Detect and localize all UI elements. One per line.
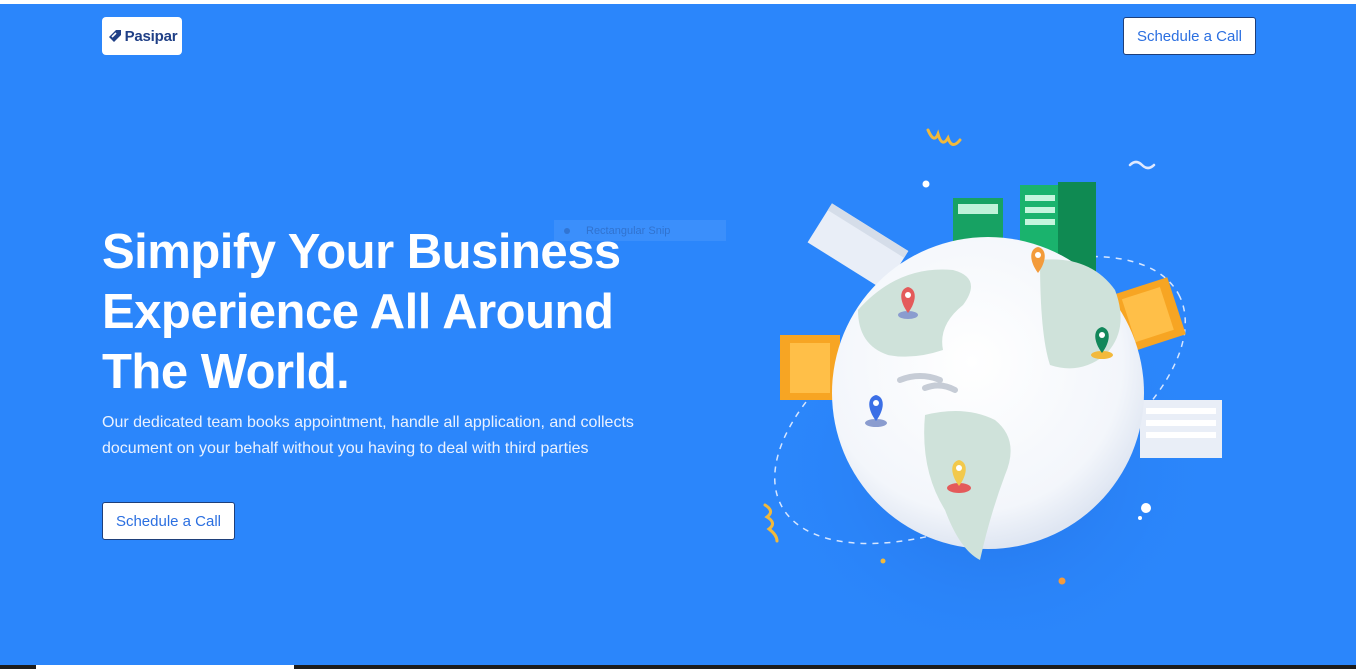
dot-2 [1141,503,1151,513]
snip-dot-icon [564,227,570,234]
building-green-small [953,198,1003,243]
globe-illustration [760,128,1222,630]
squiggle-top [926,128,962,146]
pasipar-logo-icon [108,30,121,42]
headline-line-1: Simpify Your Business [102,225,621,279]
building-white-right [1140,400,1222,458]
dot-4 [880,558,886,564]
hero-headline: Simpify Your Business Experience All Aro… [102,222,662,402]
headline-line-3: The World. [102,345,350,399]
dot-1 [922,180,930,188]
logo-link[interactable]: Pasipar [102,17,182,55]
squiggle-right [1128,160,1156,170]
headline-line-2: Experience All Around [102,285,614,339]
hero-description: Our dedicated team books appointment, ha… [102,414,634,457]
building-orange-left [780,335,840,400]
rectangular-snip-overlay: Rectangular Snip [554,220,726,241]
schedule-call-header-button[interactable]: Schedule a Call [1123,17,1256,55]
logo-text: Pasipar [124,27,178,45]
snip-label: Rectangular Snip [586,224,671,237]
landing-page: Pasipar Schedule a Call Simpify Your Bus… [0,0,1356,669]
top-border [0,0,1356,4]
dot-5 [1058,577,1066,585]
taskbar-active-tab [36,665,294,669]
dot-3 [1138,516,1142,520]
schedule-call-hero-button[interactable]: Schedule a Call [102,502,235,540]
